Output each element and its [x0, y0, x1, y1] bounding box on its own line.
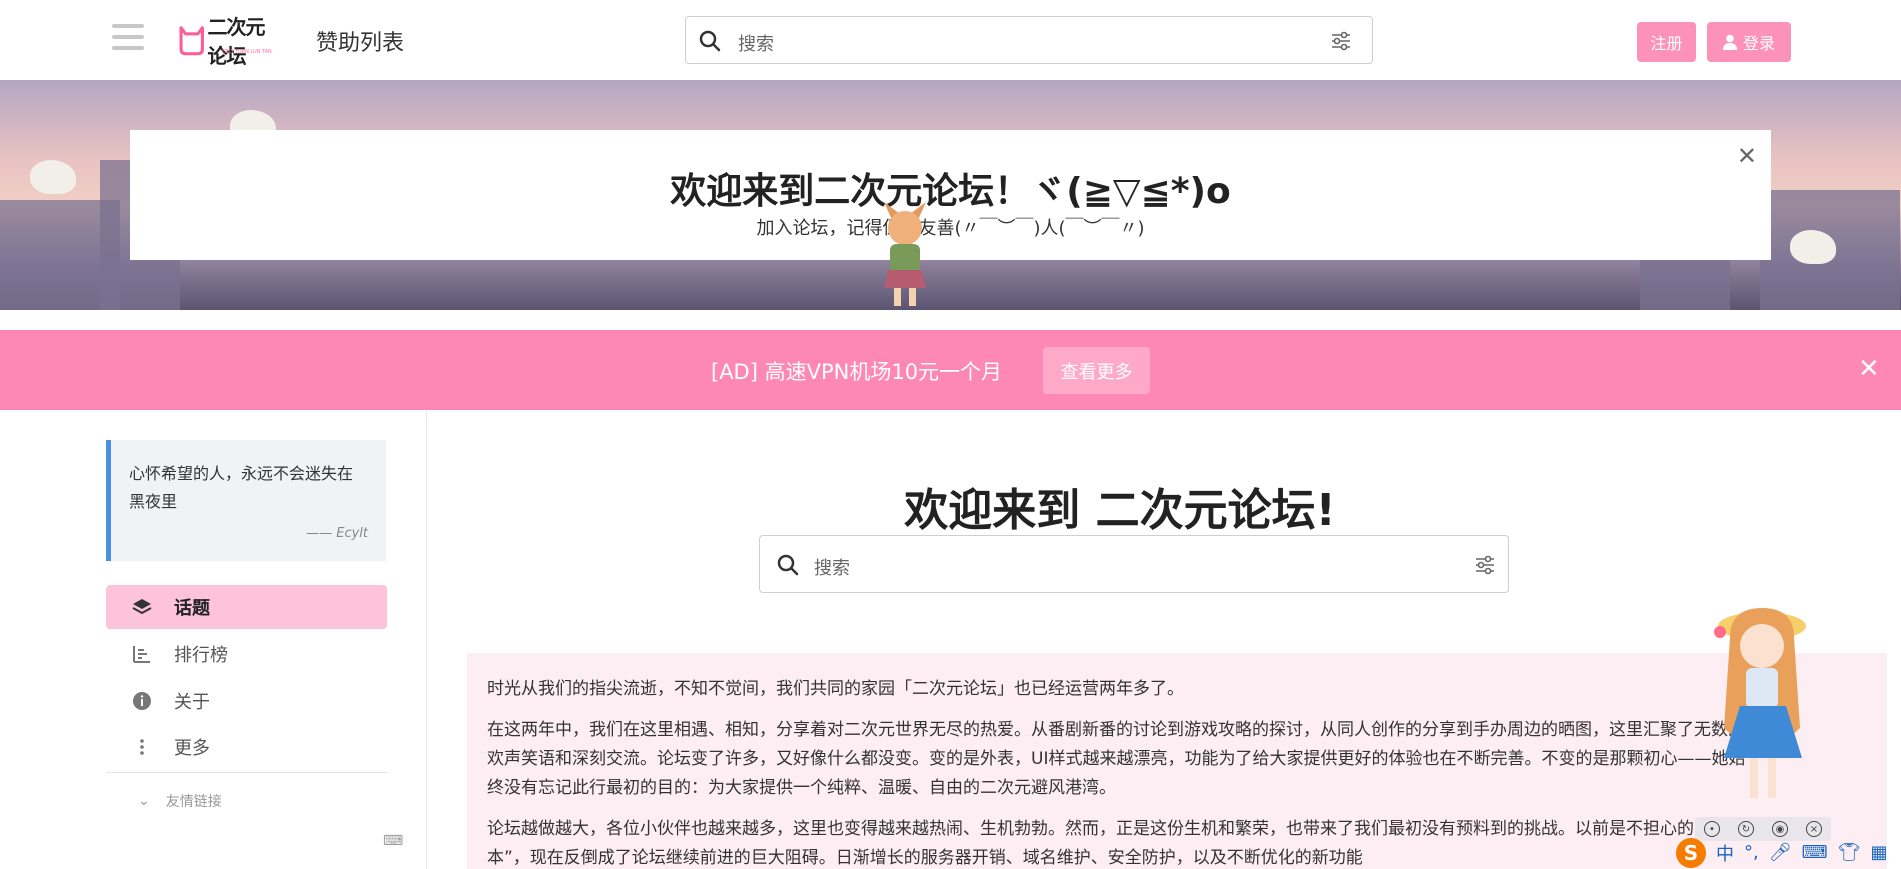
close-icon[interactable]: ✕ [1858, 354, 1880, 384]
more-vertical-icon [130, 735, 154, 759]
sidebar-item-ranking[interactable]: 排行榜 [106, 632, 387, 676]
skin-icon[interactable]: 👕︎ [1838, 842, 1861, 863]
seagull-image [1790, 230, 1836, 264]
sidebar-divider [106, 772, 387, 773]
apps-grid-icon[interactable]: ▦ [1870, 842, 1887, 863]
search-icon [777, 554, 799, 576]
intro-paragraph: 时光从我们的指尖流逝，不知不觉间，我们共同的家园「二次元论坛」也已经运营两年多了… [487, 679, 1184, 699]
keyboard-icon[interactable]: ⌨ [1802, 842, 1828, 863]
top-header: 二次元论坛 ERCI YUAN LUN TAN 赞助列表 搜索 注册 登录 [0, 0, 1901, 80]
friend-links-toggle[interactable]: ⌄ 友情链接 [138, 791, 222, 811]
search-placeholder: 搜索 [814, 558, 850, 579]
ad-banner: [AD] 高速VPN机场10元一个月 查看更多 ✕ [0, 330, 1901, 410]
filter-icon[interactable] [1330, 30, 1352, 52]
keyboard-icon[interactable]: ⌨ [383, 833, 403, 849]
logo-text: 二次元论坛 [207, 15, 265, 68]
layers-icon [130, 595, 154, 619]
intro-paragraph: 在这两年中，我们在这里相遇、相知，分享着对二次元世界无尽的热爱。从番剧新番的讨论… [487, 720, 1746, 798]
microphone-icon[interactable]: 🎤︎ [1769, 842, 1792, 863]
sidebar-item-label: 话题 [174, 598, 210, 619]
ranking-icon [130, 642, 154, 666]
register-button[interactable]: 注册 [1637, 22, 1696, 62]
user-circle-icon[interactable]: • [1704, 821, 1720, 837]
quote-text: 心怀希望的人，永远不会迷失在黑夜里 [129, 464, 354, 511]
menu-icon[interactable] [112, 24, 144, 54]
logo-subtext: ERCI YUAN LUN TAN [222, 49, 272, 55]
ime-punctuation[interactable]: °, [1744, 842, 1759, 863]
sidebar-border [426, 410, 427, 869]
sidebar-item-label: 更多 [174, 738, 210, 759]
sidebar-item-label: 关于 [174, 692, 210, 713]
close-icon[interactable]: × [1806, 821, 1822, 837]
sidebar-item-about[interactable]: 关于 [106, 679, 387, 723]
sidebar-item-more[interactable]: 更多 [106, 725, 387, 769]
seagull-image [30, 160, 76, 194]
cat-logo-icon [179, 26, 204, 56]
page-title: 欢迎来到 二次元论坛! [904, 485, 1336, 536]
search-placeholder: 搜索 [738, 34, 774, 55]
user-icon [1722, 34, 1737, 50]
friend-links-label: 友情链接 [165, 794, 222, 810]
welcome-title: 欢迎来到二次元论坛！ヾ(≧▽≦*)o [670, 171, 1231, 212]
sidebar-item-label: 排行榜 [174, 645, 228, 666]
intro-paragraph: 论坛越做越大，各位小伙伴也越来越多，这里也变得越来越热闹、生机勃勃。然而，正是这… [487, 819, 1720, 868]
sidebar-item-topics[interactable]: 话题 [106, 585, 387, 629]
login-button[interactable]: 登录 [1707, 22, 1791, 62]
welcome-subtitle: 加入论坛，记得保持友善(〃￣︶￣)人(￣︶￣〃) [756, 218, 1145, 239]
main-search-input[interactable]: 搜索 [759, 535, 1509, 593]
welcome-notice: 欢迎来到二次元论坛！ヾ(≧▽≦*)o 加入论坛，记得保持友善(〃￣︶￣)人(￣︶… [130, 130, 1771, 260]
quote-card: 心怀希望的人，永远不会迷失在黑夜里 —— Ecylt [106, 440, 386, 561]
github-icon[interactable]: ◉ [1772, 821, 1788, 837]
login-label: 登录 [1742, 34, 1775, 53]
header-search-input[interactable]: 搜索 [685, 16, 1373, 64]
sogou-logo-icon[interactable]: S [1676, 837, 1706, 868]
filter-icon[interactable] [1474, 554, 1496, 576]
chevron-down-icon: ⌄ [138, 793, 150, 809]
close-icon[interactable]: ✕ [1737, 142, 1757, 170]
site-logo[interactable]: 二次元论坛 ERCI YUAN LUN TAN [178, 15, 280, 68]
ad-more-button[interactable]: 查看更多 [1043, 347, 1150, 394]
quote-author: —— Ecylt [306, 526, 368, 541]
hero-banner: 欢迎来到二次元论坛！ヾ(≧▽≦*)o 加入论坛，记得保持友善(〃￣︶￣)人(￣︶… [0, 80, 1901, 310]
ime-mode[interactable]: 中 [1716, 840, 1734, 866]
refresh-icon[interactable]: ↻ [1738, 821, 1754, 837]
sponsor-list-link[interactable]: 赞助列表 [316, 25, 404, 57]
ad-text: [AD] 高速VPN机场10元一个月 [711, 360, 1003, 384]
search-icon [699, 30, 721, 52]
mascot-fox-image [884, 202, 926, 306]
info-icon [130, 689, 154, 713]
ime-toolbar: S 中 °, 🎤︎ ⌨ 👕︎ ▦ [1672, 836, 1901, 869]
mascot-girl-image [1714, 608, 1806, 798]
